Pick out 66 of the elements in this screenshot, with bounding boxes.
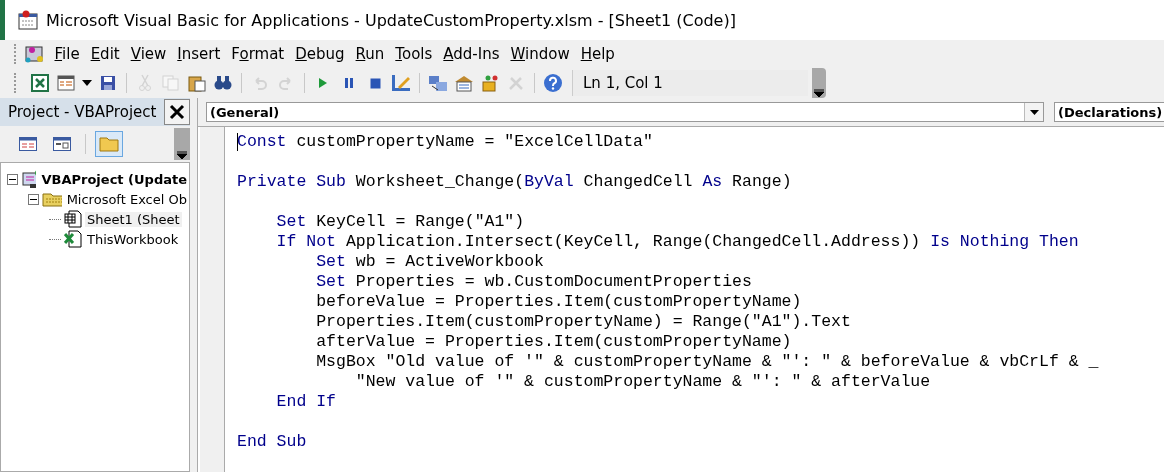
form-icon[interactable]: [57, 75, 75, 91]
menu-item[interactable]: Window: [505, 45, 576, 63]
menu-item[interactable]: Tools: [389, 45, 438, 63]
menu-item[interactable]: Insert: [171, 45, 226, 63]
folder-icon: [99, 136, 119, 152]
object-browser-icon[interactable]: [480, 74, 500, 92]
paste-icon[interactable]: [188, 74, 206, 92]
properties-window-icon[interactable]: [454, 74, 474, 92]
menu-item[interactable]: Format: [225, 45, 290, 63]
workbook-icon: [64, 230, 82, 248]
tree-item[interactable]: ThisWorkbook: [85, 231, 181, 247]
binoculars-icon[interactable]: [214, 75, 232, 91]
folder-icon: [42, 191, 62, 207]
menu-item[interactable]: View: [125, 45, 172, 63]
code-line: MsgBox "Old value of '" & customPropertyName & "': " & beforeValue & vbCrLf & _: [315, 352, 1099, 372]
code-line: Properties.Item(customPropertyName) = Range("A1").Text: [315, 312, 852, 332]
collapse-toggle[interactable]: [7, 173, 18, 185]
code-line: afterValue = Properties.Item(customPropertyName): [315, 332, 793, 352]
code-view-icon: [19, 137, 37, 151]
code-line: Set KeyCell = Range("A1"): [275, 212, 526, 232]
toolbar-overflow-button[interactable]: [174, 128, 190, 160]
procedure-dropdown[interactable]: (Declarations): [1054, 102, 1164, 122]
menu-item[interactable]: Run: [350, 45, 390, 63]
code-line: "New value of '" & customPropertyName & "': " & afterValue: [354, 372, 932, 392]
save-icon[interactable]: [100, 75, 116, 91]
pane-title: Project - VBAProject: [8, 103, 157, 121]
tree-item[interactable]: VBAProject (Update: [39, 171, 189, 187]
code-line: Private Sub Worksheet_Change(ByVal ChangedCell As Range): [237, 172, 793, 192]
menu-item[interactable]: Help: [575, 45, 621, 63]
code-line: If Not Application.Intersect(KeyCell, Range(ChangedCell.Address)) Is Nothing Then: [275, 232, 1080, 252]
tree-item[interactable]: Sheet1 (Sheet: [85, 211, 182, 227]
pause-icon[interactable]: [344, 77, 354, 89]
menu-item[interactable]: File: [49, 45, 86, 63]
help-icon[interactable]: [543, 73, 563, 93]
ruler-pencil-icon[interactable]: [391, 74, 411, 92]
project-explorer-icon[interactable]: [428, 74, 448, 92]
cursor-position: Ln 1, Col 1: [572, 70, 808, 96]
tree-item[interactable]: Microsoft Excel Ob: [64, 191, 189, 207]
app-icon: [18, 10, 38, 30]
worksheet-icon: [64, 210, 82, 228]
close-icon: [169, 104, 185, 120]
play-icon[interactable]: [318, 77, 328, 89]
code-line: Set Properties = wb.CustomDocumentProperties: [315, 272, 753, 292]
menu-item[interactable]: Edit: [85, 45, 126, 63]
menu-item[interactable]: Add-Ins: [437, 45, 505, 63]
menu-item[interactable]: Debug: [289, 45, 351, 63]
caret-icon: [814, 88, 824, 98]
caret-icon: [1029, 109, 1039, 115]
collapse-toggle[interactable]: [28, 193, 39, 205]
form-view-icon: [53, 137, 71, 151]
close-button[interactable]: [164, 99, 190, 125]
caret-icon: [177, 150, 187, 160]
code-line: Set wb = ActiveWorkbook: [315, 252, 545, 272]
app-icon[interactable]: [25, 44, 45, 64]
code-line: End If: [275, 392, 337, 412]
excel-icon[interactable]: [31, 74, 49, 92]
stop-icon[interactable]: [369, 77, 381, 89]
code-line: Const customPropertyName = "ExcelCellData": [237, 132, 654, 152]
code-line: End Sub: [237, 432, 308, 452]
toggle-button[interactable]: [95, 131, 123, 157]
object-dropdown[interactable]: (General): [206, 102, 1044, 122]
project-icon: [21, 169, 37, 189]
toolbar-overflow-button[interactable]: [812, 68, 826, 98]
window-title: Microsoft Visual Basic for Applications - UpdateCustomProperty.xlsm - [Sheet1 (Code)]: [46, 10, 736, 30]
dropdown-arrow-icon[interactable]: [82, 80, 92, 86]
code-line: beforeValue = Properties.Item(customPropertyName): [315, 292, 803, 312]
